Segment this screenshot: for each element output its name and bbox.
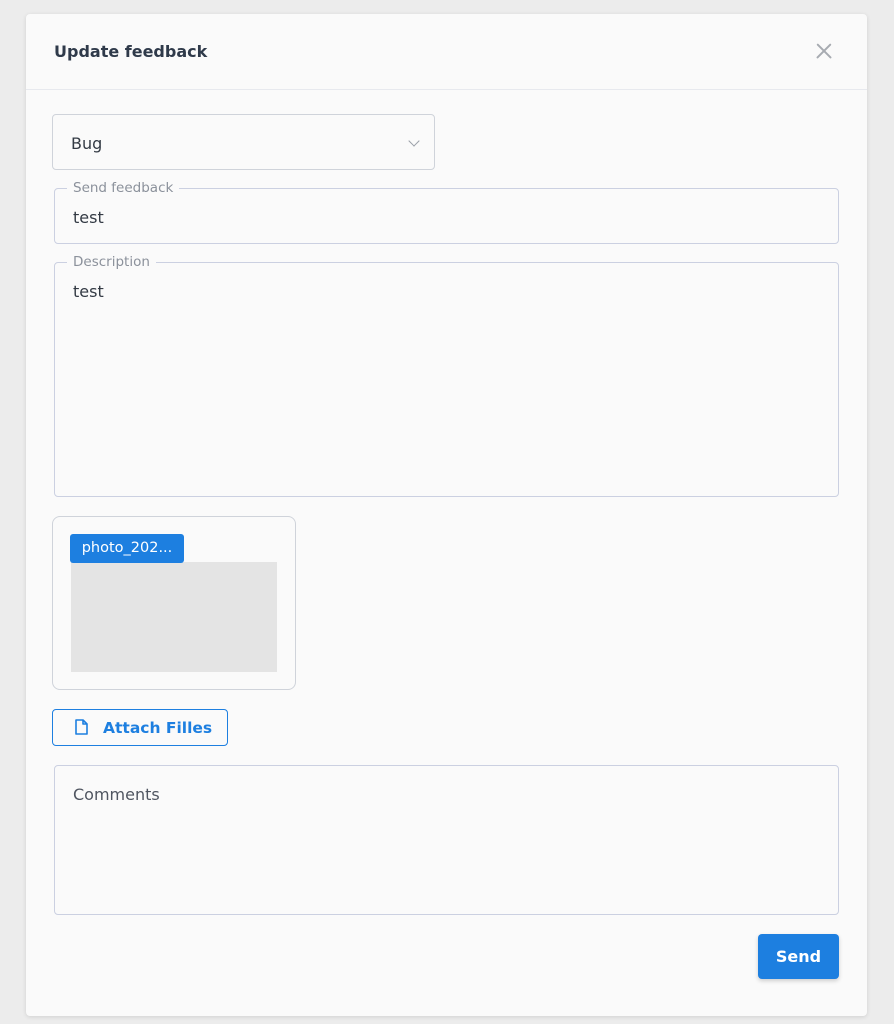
send-feedback-label: Send feedback [67,179,180,197]
close-icon[interactable] [812,39,836,63]
dialog-header: Update feedback [26,14,867,90]
description-value: test [73,282,104,301]
send-button[interactable]: Send [758,934,839,979]
attachment-card: photo_202... [52,516,296,690]
description-label: Description [67,253,156,271]
category-select-value: Bug [71,134,103,153]
dialog-title: Update feedback [54,42,208,61]
category-select[interactable]: Bug [52,114,435,170]
comments-field[interactable]: Comments [54,765,839,915]
comments-placeholder: Comments [73,785,160,804]
attachment-thumbnail[interactable] [71,562,277,672]
update-feedback-dialog: Update feedback Bug Send feedback test D… [26,14,867,1016]
attach-files-button[interactable]: Attach Filles [52,709,228,746]
send-feedback-field[interactable]: Send feedback test [54,179,839,244]
send-feedback-value: test [73,208,104,227]
file-icon [75,719,88,735]
attach-files-label: Attach Filles [103,719,213,737]
attachment-file-name[interactable]: photo_202... [70,534,184,563]
chevron-down-icon [408,135,420,147]
description-field[interactable]: Description test [54,253,839,497]
